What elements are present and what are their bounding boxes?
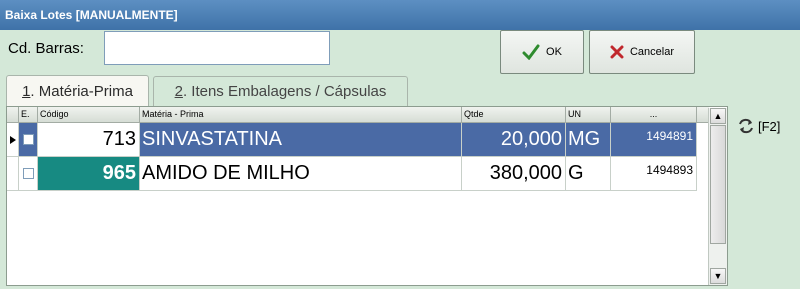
grid-header: E. Código Matéria - Prima Qtde UN ... — [7, 107, 709, 123]
cell-ref: 1494891 — [611, 123, 697, 157]
col-codigo[interactable]: Código — [38, 107, 140, 122]
col-e[interactable]: E. — [19, 107, 38, 122]
cell-ref: 1494893 — [611, 157, 697, 191]
cell-qtde: 20,000 — [462, 123, 566, 157]
cell-qtde: 380,000 — [462, 157, 566, 191]
tab-materia-prima[interactable]: 1. Matéria-Prima — [6, 75, 149, 107]
cell-un: MG — [566, 123, 611, 157]
col-ref[interactable]: ... — [611, 107, 697, 122]
cancel-label: Cancelar — [629, 46, 675, 58]
cell-materia: AMIDO DE MILHO — [140, 157, 462, 191]
check-icon — [522, 44, 540, 60]
scroll-down-button[interactable]: ▼ — [710, 268, 726, 284]
tab-1-label: . Matéria-Prima — [30, 83, 133, 100]
close-icon — [610, 45, 624, 59]
row-checkbox[interactable] — [22, 134, 34, 145]
vertical-scrollbar[interactable]: ▲ ▼ — [708, 108, 727, 285]
col-un[interactable]: UN — [566, 107, 611, 122]
row-pointer-icon — [9, 135, 16, 144]
row-indicator — [7, 157, 19, 191]
col-qtde[interactable]: Qtde — [462, 107, 566, 122]
lotes-grid[interactable]: E. Código Matéria - Prima Qtde UN ... 71… — [6, 106, 728, 286]
title-bar: Baixa Lotes [MANUALMENTE] — [0, 0, 800, 30]
table-row[interactable]: 713 SINVASTATINA 20,000 MG 1494891 — [7, 123, 709, 157]
cell-materia: SINVASTATINA — [140, 123, 462, 157]
cell-codigo: 713 — [38, 123, 140, 157]
ok-button[interactable]: OK — [500, 30, 584, 74]
row-indicator — [7, 123, 19, 157]
col-indicator — [7, 107, 19, 122]
window-title: Baixa Lotes [MANUALMENTE] — [5, 8, 178, 22]
cell-codigo: 965 — [38, 157, 140, 191]
tab-itens-embalagens[interactable]: 2. Itens Embalagens / Cápsulas — [153, 76, 408, 106]
barras-label: Cd. Barras: — [8, 40, 84, 57]
f2-label: [F2] — [758, 118, 781, 134]
table-row[interactable]: 965 AMIDO DE MILHO 380,000 G 1494893 — [7, 157, 709, 191]
cancel-button[interactable]: Cancelar — [589, 30, 695, 74]
refresh-icon — [739, 118, 753, 134]
scroll-thumb[interactable] — [710, 125, 726, 244]
cell-un: G — [566, 157, 611, 191]
scroll-up-button[interactable]: ▲ — [710, 108, 726, 124]
row-checkbox-cell — [19, 157, 38, 191]
refresh-f2-button[interactable]: [F2] — [737, 118, 780, 134]
tab-2-label: . Itens Embalagens / Cápsulas — [182, 83, 387, 100]
row-checkbox[interactable] — [22, 168, 34, 179]
barras-input[interactable] — [104, 31, 330, 65]
tab-1-hotkey: 1 — [22, 83, 31, 100]
row-checkbox-cell — [19, 123, 38, 157]
tab-2-hotkey: 2 — [174, 83, 183, 100]
col-materia-prima[interactable]: Matéria - Prima — [140, 107, 462, 122]
ok-label: OK — [546, 46, 562, 58]
